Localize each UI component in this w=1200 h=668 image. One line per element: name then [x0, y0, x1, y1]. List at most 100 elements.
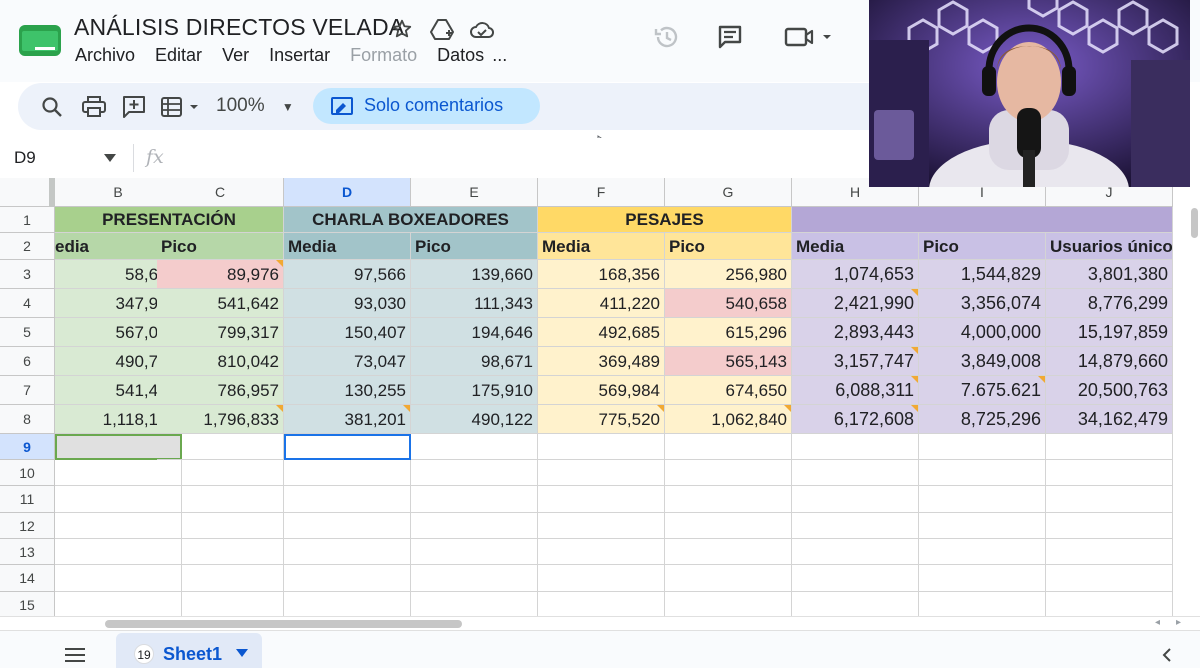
data-cell[interactable]: 8,776,299	[1046, 289, 1173, 318]
data-cell[interactable]: 1,074,653	[792, 260, 919, 289]
data-cell[interactable]: 97,566	[284, 260, 411, 289]
data-cell[interactable]: 130,255	[284, 376, 411, 405]
data-cell[interactable]: 786,957	[157, 376, 284, 405]
empty-cell[interactable]	[792, 565, 919, 592]
group-header-cell[interactable]	[792, 207, 1173, 233]
row-header-8[interactable]: 8	[0, 405, 55, 434]
sheets-logo-icon[interactable]	[19, 25, 61, 56]
data-cell[interactable]: 15,197,859	[1046, 318, 1173, 347]
data-cell[interactable]: 1,796,833	[157, 405, 284, 434]
column-header-e[interactable]: E	[411, 178, 538, 207]
empty-cell[interactable]	[284, 460, 411, 486]
star-icon[interactable]	[389, 16, 415, 42]
data-cell[interactable]: 810,042	[157, 347, 284, 376]
vertical-scrollbar[interactable]	[1189, 178, 1200, 616]
row-header-5[interactable]: 5	[0, 318, 55, 347]
empty-cell[interactable]	[665, 486, 792, 513]
row-header-10[interactable]: 10	[0, 460, 55, 486]
row-header-13[interactable]: 13	[0, 539, 55, 565]
row-header-3[interactable]: 3	[0, 260, 55, 289]
print-icon[interactable]	[80, 93, 108, 121]
empty-cell[interactable]	[665, 434, 792, 460]
data-cell[interactable]: 4,000,000	[919, 318, 1046, 347]
empty-cell[interactable]	[792, 434, 919, 460]
table-format-icon[interactable]	[158, 93, 204, 121]
data-cell[interactable]: 175,910	[411, 376, 538, 405]
row-header-1[interactable]: 1	[0, 207, 55, 233]
data-cell[interactable]: 674,650	[665, 376, 792, 405]
data-cell[interactable]: 6,172,608	[792, 405, 919, 434]
empty-cell[interactable]	[538, 434, 665, 460]
data-cell[interactable]: 369,489	[538, 347, 665, 376]
name-box[interactable]: D9	[14, 148, 36, 168]
comment-mode-button[interactable]: Solo comentarios	[313, 88, 540, 124]
data-cell[interactable]: 1,062,840	[665, 405, 792, 434]
tab-menu-icon[interactable]	[236, 649, 248, 657]
data-cell[interactable]: 168,356	[538, 260, 665, 289]
empty-cell[interactable]	[919, 513, 1046, 539]
active-cell-d9[interactable]	[284, 434, 411, 460]
empty-cell[interactable]	[919, 460, 1046, 486]
data-cell[interactable]: 139,660	[411, 260, 538, 289]
empty-cell[interactable]	[665, 592, 792, 616]
subheader-cell[interactable]: Media	[538, 233, 665, 260]
data-cell[interactable]: 2,893,443	[792, 318, 919, 347]
row-header-11[interactable]: 11	[0, 486, 55, 513]
subheader-cell[interactable]: Media	[792, 233, 919, 260]
data-cell[interactable]: 8,725,296	[919, 405, 1046, 434]
row-header-14[interactable]: 14	[0, 565, 55, 592]
empty-cell[interactable]	[792, 486, 919, 513]
empty-cell[interactable]	[538, 592, 665, 616]
add-comment-icon[interactable]	[120, 93, 148, 121]
group-header-cell[interactable]: PESAJES	[538, 207, 792, 233]
row-header-9[interactable]: 9	[0, 434, 55, 460]
data-cell[interactable]: 565,143	[665, 347, 792, 376]
formula-input[interactable]	[176, 144, 866, 172]
data-cell[interactable]: 2,421,990	[792, 289, 919, 318]
row-header-15[interactable]: 15	[0, 592, 55, 616]
empty-cell[interactable]	[157, 592, 284, 616]
empty-cell[interactable]	[1046, 539, 1173, 565]
cloud-status-icon[interactable]	[469, 16, 495, 42]
empty-cell[interactable]	[411, 486, 538, 513]
data-cell[interactable]: 194,646	[411, 318, 538, 347]
empty-cell[interactable]	[284, 565, 411, 592]
row-header-2[interactable]: 2	[0, 233, 55, 260]
data-cell[interactable]: 93,030	[284, 289, 411, 318]
subheader-cell[interactable]: Pico	[919, 233, 1046, 260]
subheader-cell[interactable]: Pico	[157, 233, 284, 260]
horizontal-scrollbar[interactable]: ◂ ▸	[0, 616, 1200, 630]
empty-cell[interactable]	[792, 592, 919, 616]
comments-icon[interactable]	[715, 22, 745, 52]
empty-cell[interactable]	[538, 565, 665, 592]
subheader-cell[interactable]: Pico	[411, 233, 538, 260]
meet-icon[interactable]	[782, 22, 832, 52]
data-cell[interactable]: 3,801,380	[1046, 260, 1173, 289]
empty-cell[interactable]	[792, 460, 919, 486]
empty-cell[interactable]	[665, 565, 792, 592]
horizontal-scroll-thumb[interactable]	[105, 620, 462, 628]
menu-archivo[interactable]: Archivo	[75, 45, 135, 66]
data-cell[interactable]: 256,980	[665, 260, 792, 289]
menu-ver[interactable]: Ver	[222, 45, 249, 66]
data-cell[interactable]: 150,407	[284, 318, 411, 347]
column-header-d[interactable]: D	[284, 178, 411, 207]
subheader-cell[interactable]: Media	[284, 233, 411, 260]
empty-cell[interactable]	[284, 592, 411, 616]
empty-cell[interactable]	[1046, 460, 1173, 486]
data-cell[interactable]: 73,047	[284, 347, 411, 376]
column-header-g[interactable]: G	[665, 178, 792, 207]
empty-cell[interactable]	[792, 539, 919, 565]
column-header-f[interactable]: F	[538, 178, 665, 207]
all-sheets-icon[interactable]	[65, 648, 85, 662]
data-cell[interactable]: 490,122	[411, 405, 538, 434]
data-cell[interactable]: 14,879,660	[1046, 347, 1173, 376]
empty-cell[interactable]	[157, 539, 284, 565]
data-cell[interactable]: 34,162,479	[1046, 405, 1173, 434]
data-cell[interactable]: 1,544,829	[919, 260, 1046, 289]
empty-cell[interactable]	[1046, 513, 1173, 539]
data-cell[interactable]: 569,984	[538, 376, 665, 405]
sheet-tab-sheet1[interactable]: 19 Sheet1	[116, 633, 262, 668]
row-header-6[interactable]: 6	[0, 347, 55, 376]
empty-cell[interactable]	[1046, 592, 1173, 616]
